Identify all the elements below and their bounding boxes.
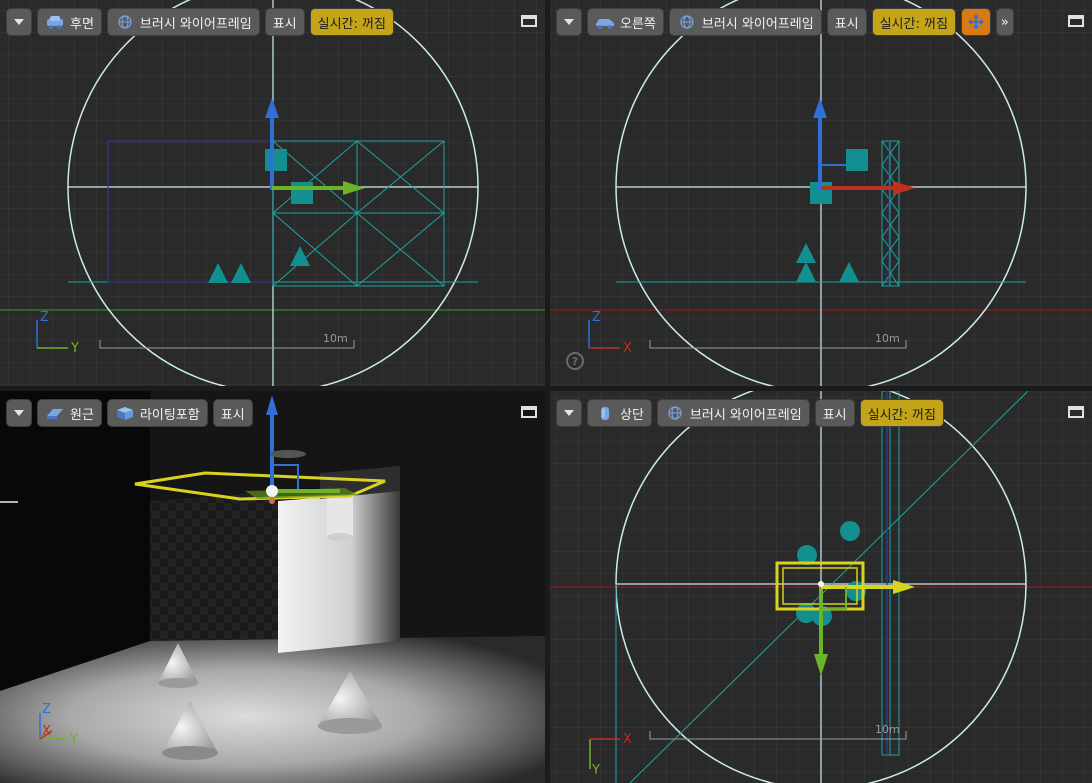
show-label: 표시 — [220, 407, 245, 423]
view-mode-button[interactable]: 원근 — [37, 399, 102, 427]
scale-label: 10m — [875, 332, 900, 345]
move-arrows-icon — [967, 14, 984, 30]
show-label: 표시 — [834, 16, 859, 32]
camera-move-button[interactable] — [960, 8, 991, 36]
viewport-perspective-scene — [0, 391, 545, 783]
axis-label-x: X — [623, 341, 632, 356]
maximize-icon[interactable] — [1068, 15, 1084, 27]
view-mode-label: 원근 — [70, 407, 94, 423]
view-mode-button[interactable]: 후면 — [37, 8, 102, 36]
shading-mode-button[interactable]: 브러시 와이어프레임 — [106, 8, 260, 36]
wireframe-sphere-icon — [118, 15, 132, 29]
view-mode-button[interactable]: 오른쪽 — [587, 8, 664, 36]
viewport-top-scene — [550, 391, 1092, 783]
viewport-back-scene — [0, 0, 545, 386]
view-mode-button[interactable]: 상단 — [587, 399, 652, 427]
help-icon[interactable]: ? — [566, 352, 584, 370]
viewport-right-toolbar: 오른쪽 브러시 와이어프레임 표시 실시간: 꺼짐 » — [550, 0, 1092, 44]
realtime-label: 실시간: 꺼짐 — [317, 16, 386, 32]
chevron-down-icon — [564, 19, 574, 25]
chevron-down-icon — [14, 19, 24, 25]
axis-label-y: Y — [592, 763, 600, 778]
more-options-button[interactable]: » — [995, 8, 1014, 36]
viewport-top-toolbar: 상단 브러시 와이어프레임 표시 실시간: 꺼짐 — [550, 391, 1092, 435]
realtime-label: 실시간: 꺼짐 — [879, 16, 948, 32]
scale-label: 10m — [323, 332, 348, 345]
show-label: 표시 — [272, 16, 297, 32]
shading-mode-label: 브러시 와이어프레임 — [689, 407, 802, 423]
chevron-down-icon — [14, 410, 24, 416]
axis-label-z: Z — [42, 702, 51, 717]
axis-label-z: Z — [40, 310, 49, 325]
show-label: 표시 — [822, 407, 847, 423]
view-mode-label: 상단 — [620, 407, 644, 423]
realtime-label: 실시간: 꺼짐 — [867, 407, 936, 423]
view-mode-label: 후면 — [70, 16, 94, 32]
cube-icon — [116, 407, 133, 420]
realtime-toggle[interactable]: 실시간: 꺼짐 — [309, 8, 394, 36]
shading-mode-label: 브러시 와이어프레임 — [701, 16, 814, 32]
viewport-perspective[interactable]: Z X Y 원근 라이팅포함 표시 — [0, 391, 545, 783]
maximize-icon[interactable] — [521, 406, 537, 418]
viewport-right[interactable]: Z X 10m ? 오른쪽 브러시 와이어프레임 표시 실시간: 꺼짐 » — [550, 0, 1092, 386]
figure-icon — [601, 407, 609, 420]
view-mode-label: 오른쪽 — [620, 16, 656, 32]
show-button[interactable]: 표시 — [212, 399, 253, 427]
car-icon — [47, 16, 63, 29]
realtime-toggle[interactable]: 실시간: 꺼짐 — [859, 399, 944, 427]
viewport-right-scene — [550, 0, 1092, 386]
show-button[interactable]: 표시 — [814, 399, 855, 427]
more-label: » — [1000, 14, 1009, 30]
viewport-menu-button[interactable] — [6, 8, 32, 36]
car-icon — [596, 19, 614, 29]
show-button[interactable]: 표시 — [826, 8, 867, 36]
axis-label-y: Y — [71, 341, 79, 356]
axis-label-y: Y — [70, 732, 78, 747]
wireframe-sphere-icon — [680, 15, 694, 29]
axis-label-z: Z — [592, 310, 601, 325]
viewport-menu-button[interactable] — [556, 8, 582, 36]
shading-mode-label: 브러시 와이어프레임 — [139, 16, 252, 32]
shading-mode-label: 라이팅포함 — [139, 407, 200, 423]
shading-mode-button[interactable]: 라이팅포함 — [106, 399, 208, 427]
wireframe-sphere-icon — [668, 406, 682, 420]
viewport-back[interactable]: Z Y 10m 후면 브러시 와이어프레임 표시 실시간: 꺼짐 — [0, 0, 545, 386]
perspective-icon — [47, 409, 63, 419]
viewport-perspective-toolbar: 원근 라이팅포함 표시 — [0, 391, 545, 435]
viewport-menu-button[interactable] — [556, 399, 582, 427]
axis-label-x: X — [623, 732, 632, 747]
viewport-top[interactable]: X Y 10m 상단 브러시 와이어프레임 표시 실시간: 꺼짐 — [550, 391, 1092, 783]
viewport-back-toolbar: 후면 브러시 와이어프레임 표시 실시간: 꺼짐 — [0, 0, 545, 44]
show-button[interactable]: 표시 — [264, 8, 305, 36]
viewport-menu-button[interactable] — [6, 399, 32, 427]
scale-label: 10m — [875, 723, 900, 736]
axis-label-x: X — [42, 724, 51, 739]
chevron-down-icon — [564, 410, 574, 416]
realtime-toggle[interactable]: 실시간: 꺼짐 — [871, 8, 956, 36]
shading-mode-button[interactable]: 브러시 와이어프레임 — [668, 8, 822, 36]
maximize-icon[interactable] — [1068, 406, 1084, 418]
shading-mode-button[interactable]: 브러시 와이어프레임 — [656, 399, 810, 427]
maximize-icon[interactable] — [521, 15, 537, 27]
